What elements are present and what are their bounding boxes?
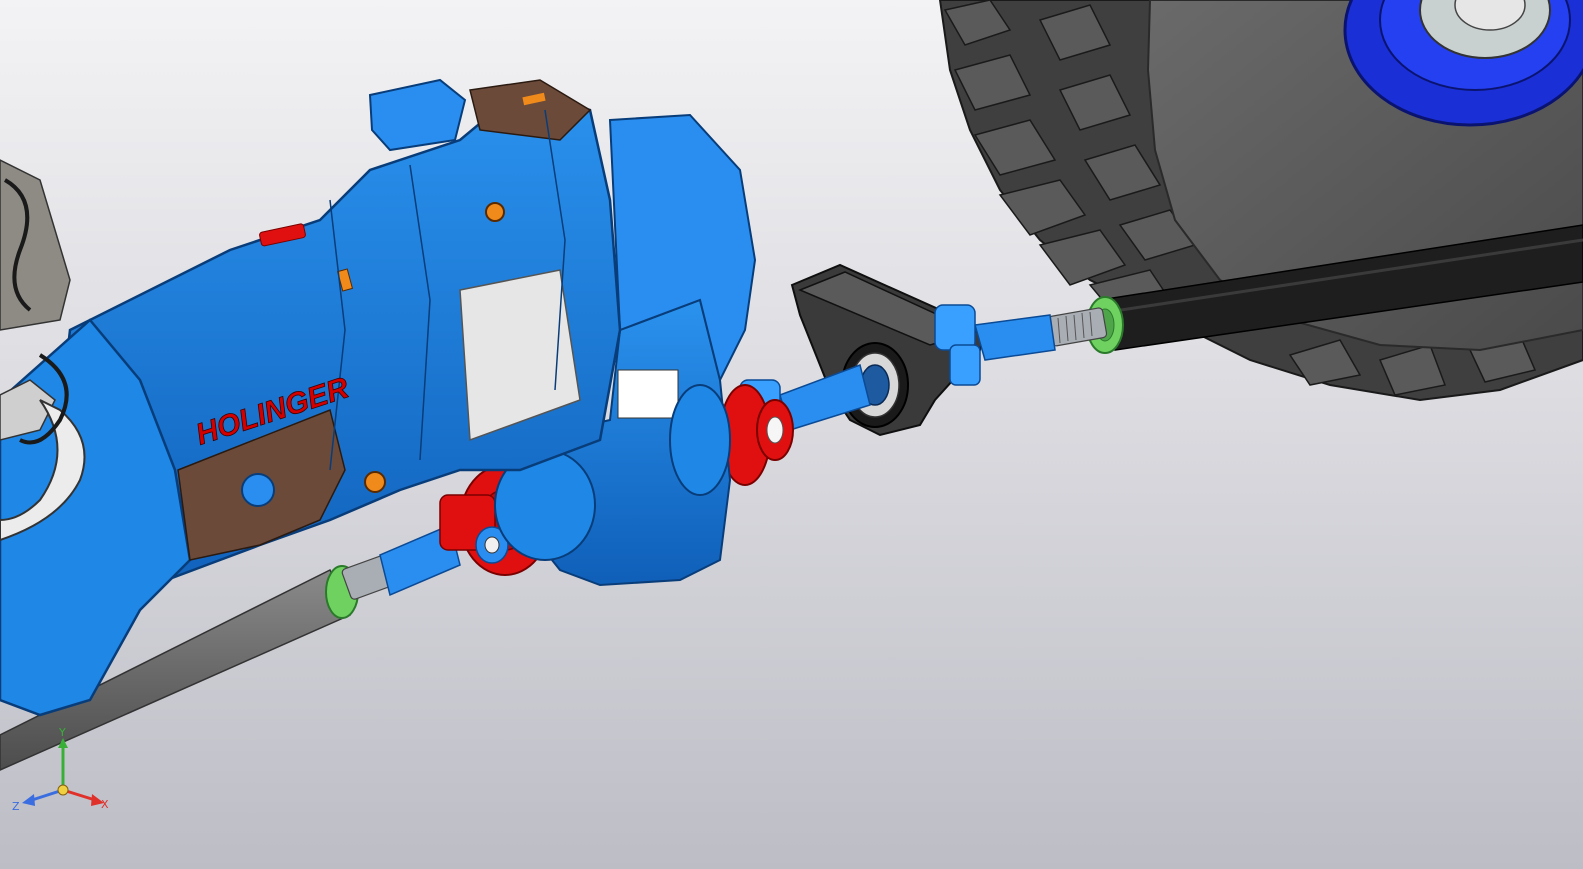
z-axis-arrow bbox=[22, 794, 35, 806]
z-axis-label: Z bbox=[12, 800, 20, 813]
y-axis-label: Y bbox=[58, 726, 66, 739]
x-axis-label: X bbox=[101, 798, 109, 811]
assembly-scene[interactable]: HOLINGER Y X Z bbox=[0, 0, 1583, 869]
triad-origin bbox=[57, 784, 69, 796]
cad-3d-viewport[interactable]: HOLINGER Y X Z bbox=[0, 0, 1583, 869]
